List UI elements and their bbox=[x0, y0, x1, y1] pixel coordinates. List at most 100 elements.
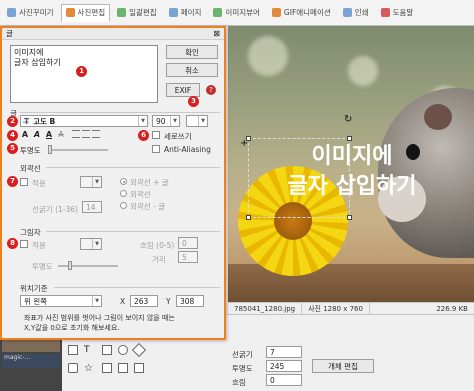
print-icon bbox=[342, 8, 352, 17]
tab-label: 일괄편집 bbox=[129, 8, 157, 17]
tab-photo-decorate[interactable]: 사진꾸미기 bbox=[2, 4, 59, 22]
align-left-icon[interactable] bbox=[72, 130, 80, 138]
outline-thickness-label: 선굵기 (1-36) bbox=[32, 205, 78, 214]
tab-page[interactable]: 페이지 bbox=[164, 4, 207, 22]
align-center-icon[interactable] bbox=[82, 130, 90, 138]
step-badge-2: 2 bbox=[7, 116, 18, 127]
text-tool-icon[interactable]: T bbox=[84, 345, 94, 355]
overlay-text[interactable]: 이미지에 글자 삽입하기 bbox=[242, 142, 462, 202]
outline-minus-text-label: 외곽선 - 글 bbox=[130, 202, 166, 211]
status-file-size: 226.9 KB bbox=[436, 304, 468, 313]
vertical-text-checkbox[interactable] bbox=[152, 131, 160, 139]
shadow-blur-input[interactable]: 0 bbox=[178, 237, 198, 249]
bokeh-light bbox=[248, 36, 288, 76]
shape-tool-icon[interactable] bbox=[134, 363, 144, 373]
ok-button[interactable]: 확인 bbox=[166, 45, 218, 59]
shadow-distance-label: 거리 bbox=[152, 255, 166, 264]
align-right-icon[interactable] bbox=[92, 130, 100, 138]
transparency-slider[interactable] bbox=[48, 149, 108, 151]
x-input[interactable]: 263 bbox=[130, 295, 158, 307]
bokeh-light bbox=[348, 56, 378, 86]
shape-tool-icon[interactable] bbox=[118, 363, 128, 373]
divider bbox=[46, 231, 220, 232]
y-label: Y bbox=[166, 297, 171, 306]
slider-thumb[interactable] bbox=[68, 261, 72, 270]
anchor-value: 위 왼쪽 bbox=[24, 296, 48, 306]
page-icon bbox=[168, 8, 178, 17]
shadow-transparency-label: 투명도 bbox=[32, 262, 53, 271]
chevron-down-icon: ▼ bbox=[92, 296, 101, 306]
edit-icon bbox=[65, 8, 75, 17]
tab-gif-animation[interactable]: GIF애니메이션 bbox=[267, 4, 336, 22]
slider-thumb[interactable] bbox=[48, 145, 52, 154]
position-group-label: 위치기준 bbox=[20, 284, 48, 293]
bottom-transparency-label: 투명도 bbox=[232, 364, 253, 373]
outline-plus-text-label: 외곽선 + 글 bbox=[130, 178, 169, 187]
chevron-down-icon: ▼ bbox=[138, 116, 147, 126]
shadow-apply-label: 적용 bbox=[32, 241, 46, 250]
close-icon[interactable]: ⊠ bbox=[213, 29, 220, 38]
tab-print[interactable]: 인쇄 bbox=[338, 4, 374, 22]
select-tool-icon[interactable] bbox=[68, 345, 78, 355]
step-badge-7: 7 bbox=[7, 176, 18, 187]
step-badge-6: 6 bbox=[138, 130, 149, 141]
rotate-icon[interactable]: ↻ bbox=[344, 114, 352, 125]
font-size-select[interactable]: 90 ▼ bbox=[152, 115, 180, 127]
step-badge-1: 1 bbox=[76, 66, 87, 77]
outline-only-label: 외곽선 bbox=[130, 190, 151, 199]
tab-help[interactable]: 도움말 bbox=[376, 4, 419, 22]
italic-button[interactable]: A bbox=[32, 129, 42, 139]
shape-tool-icon[interactable] bbox=[102, 363, 112, 373]
outline-minus-text-radio[interactable] bbox=[120, 202, 127, 209]
diamond-tool-icon[interactable] bbox=[131, 342, 147, 358]
divider bbox=[54, 287, 220, 288]
resize-handle[interactable] bbox=[246, 215, 251, 220]
viewer-icon bbox=[213, 8, 223, 17]
text-color-picker[interactable]: ▼ bbox=[186, 115, 208, 127]
tab-photo-edit[interactable]: 사진편집 bbox=[60, 3, 111, 22]
shadow-apply-checkbox[interactable] bbox=[20, 240, 28, 248]
exif-button[interactable]: EXIF bbox=[166, 83, 200, 97]
font-size-value: 90 bbox=[156, 116, 166, 126]
step-badge-5: 5 bbox=[7, 143, 18, 154]
shadow-transparency-slider[interactable] bbox=[58, 265, 118, 267]
app-window: 사진꾸미기 사진편집 일괄편집 페이지 이미지뷰어 GIF애니메이션 인쇄 도움… bbox=[0, 0, 474, 391]
ellipse-tool-icon[interactable] bbox=[118, 345, 128, 355]
dialog-titlebar[interactable]: 글 ⊠ bbox=[2, 28, 224, 40]
strike-button[interactable]: A bbox=[56, 129, 66, 139]
resize-handle[interactable] bbox=[347, 215, 352, 220]
shadow-distance-input[interactable]: 5 bbox=[178, 251, 198, 263]
align-buttons[interactable] bbox=[72, 130, 102, 138]
tab-label: 인쇄 bbox=[354, 8, 369, 17]
bold-button[interactable]: A bbox=[20, 129, 30, 139]
outline-only-radio[interactable] bbox=[120, 190, 127, 197]
step-badge-4: 4 bbox=[7, 130, 18, 141]
font-select[interactable]: T̶ 고도 B ▼ bbox=[20, 115, 148, 127]
rect-tool-icon[interactable] bbox=[102, 345, 112, 355]
tab-label: 이미지뷰어 bbox=[225, 8, 260, 17]
line-tool-icon[interactable] bbox=[68, 363, 78, 373]
bottom-transparency-input[interactable]: 245 bbox=[266, 360, 302, 372]
bottom-blur-input[interactable]: 0 bbox=[266, 374, 302, 386]
star-tool-icon[interactable]: ☆ bbox=[84, 363, 94, 374]
cancel-button[interactable]: 취소 bbox=[166, 63, 218, 77]
underline-button[interactable]: A bbox=[44, 129, 54, 139]
outline-thickness-input[interactable]: 14 bbox=[82, 201, 102, 213]
outline-plus-text-radio[interactable] bbox=[120, 178, 127, 185]
shadow-blur-label: 흐림 (0-5) bbox=[140, 241, 175, 250]
tab-batch-edit[interactable]: 일괄편집 bbox=[112, 4, 162, 22]
outline-color-picker[interactable]: ▼ bbox=[80, 176, 102, 188]
help-icon[interactable]: ? bbox=[206, 85, 216, 95]
tab-image-viewer[interactable]: 이미지뷰어 bbox=[208, 4, 265, 22]
antialias-checkbox[interactable] bbox=[152, 145, 160, 153]
status-filename: 785041_1280.jpg bbox=[228, 303, 303, 314]
outline-group-label: 외곽선 bbox=[20, 164, 41, 173]
image-canvas[interactable]: + ↻ 이미지에 글자 삽입하기 bbox=[228, 26, 474, 302]
shadow-color-picker[interactable]: ▼ bbox=[80, 238, 102, 250]
y-input[interactable]: 308 bbox=[176, 295, 204, 307]
bottom-line-thickness-input[interactable]: 7 bbox=[266, 346, 302, 358]
resize-handle[interactable] bbox=[347, 136, 352, 141]
object-edit-button[interactable]: 개체 편집 bbox=[312, 359, 374, 373]
outline-apply-checkbox[interactable] bbox=[20, 178, 28, 186]
anchor-select[interactable]: 위 왼쪽 ▼ bbox=[20, 295, 102, 307]
